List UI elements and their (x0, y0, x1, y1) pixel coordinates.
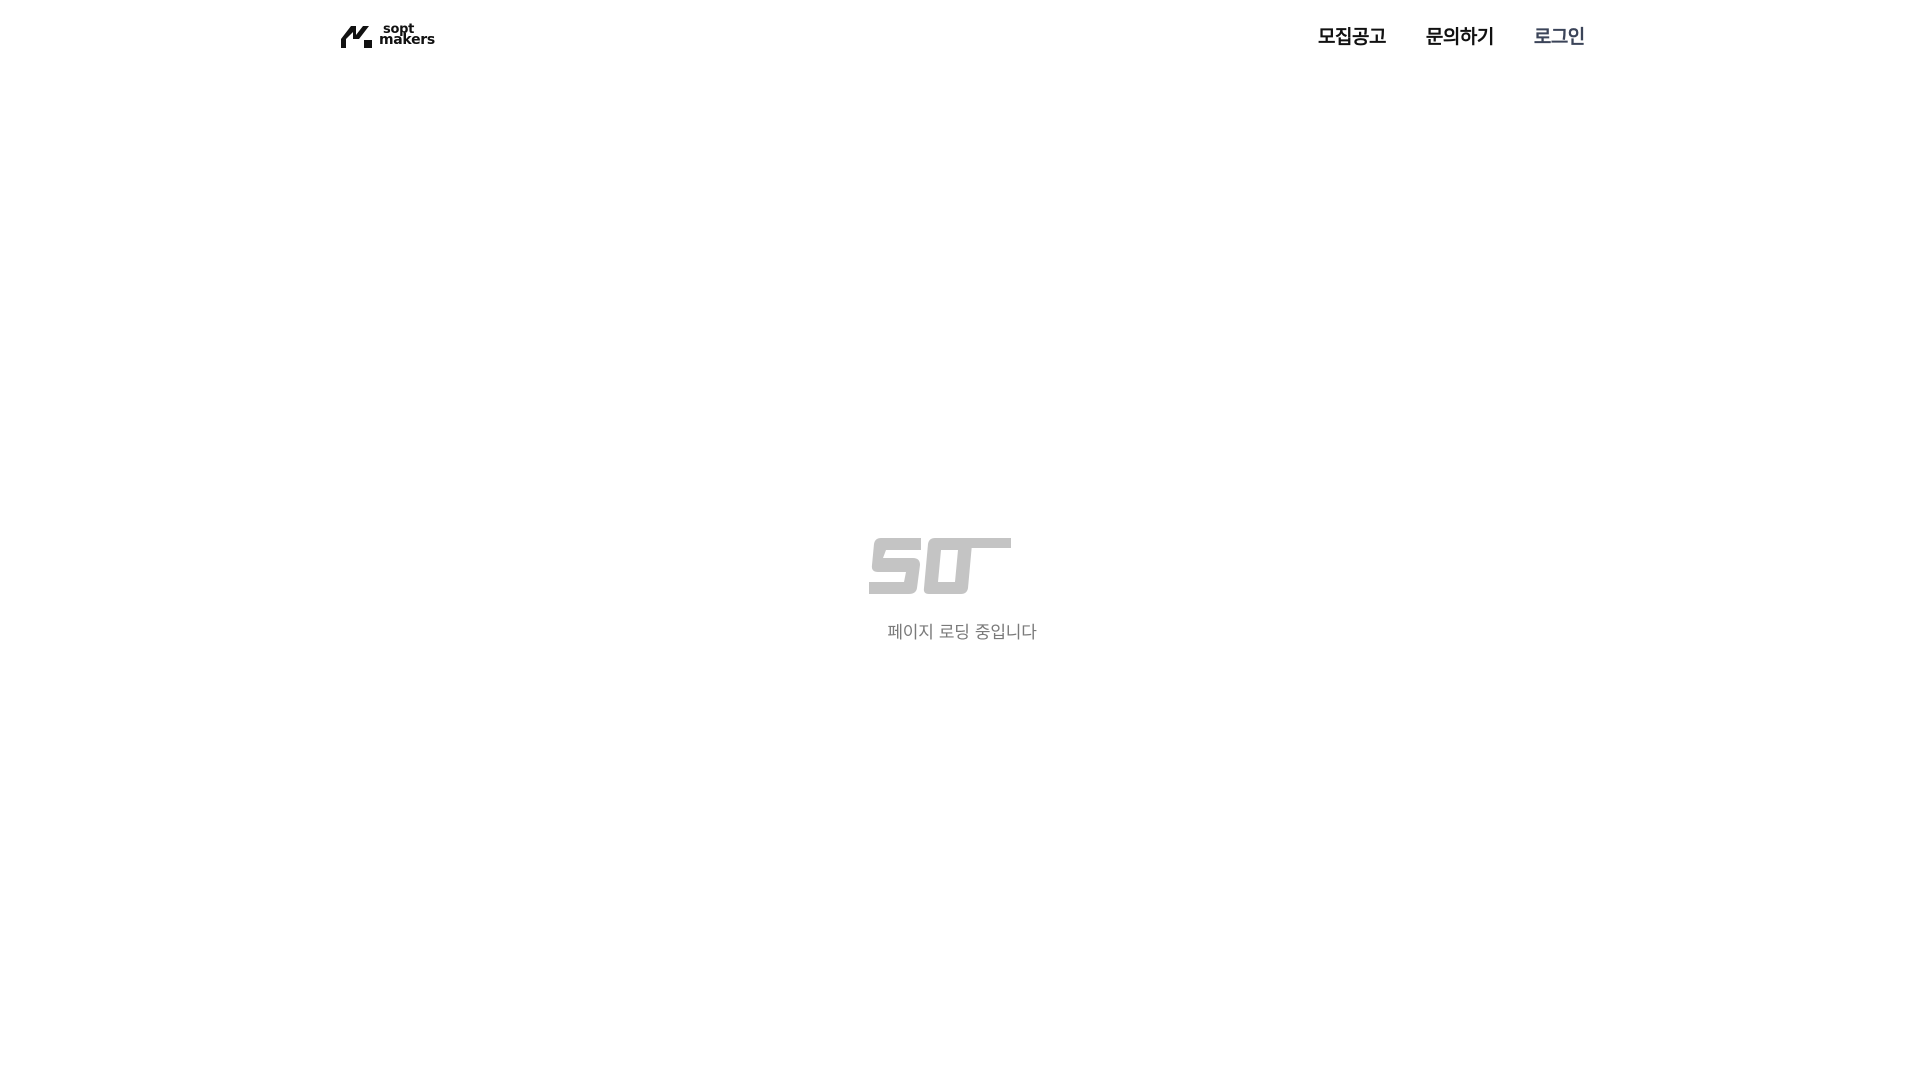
logo-line-2: makers (379, 32, 435, 48)
site-header: sopt makers 모집공고 문의하기 로그인 (0, 0, 1920, 76)
main-nav: 모집공고 문의하기 로그인 (1318, 24, 1585, 50)
nav-inquiry[interactable]: 문의하기 (1426, 24, 1494, 50)
loading-indicator: 페이지 로딩 중입니다 (0, 538, 1920, 643)
nav-login[interactable]: 로그인 (1534, 24, 1585, 50)
sopt-loading-logo-icon (869, 538, 1011, 594)
nav-recruit-notice[interactable]: 모집공고 (1318, 24, 1386, 50)
makers-logo-icon (341, 22, 375, 48)
sopt-makers-logo[interactable]: sopt makers (341, 22, 435, 48)
logo-wordmark: sopt makers (379, 23, 435, 48)
loading-message: 페이지 로딩 중입니다 (887, 623, 1037, 643)
